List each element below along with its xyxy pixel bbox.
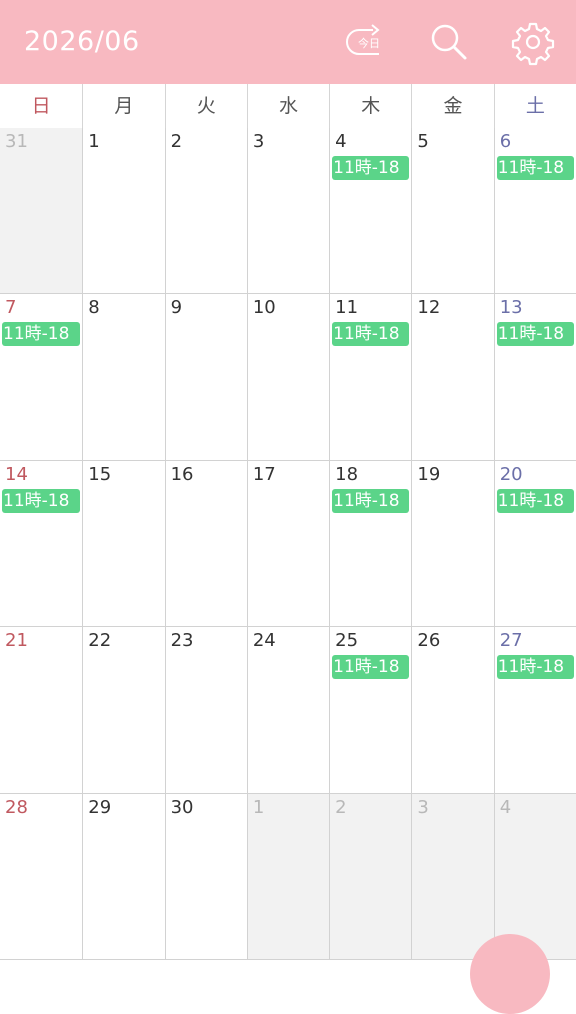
day-number: 24 [252,630,276,652]
day-number: 30 [170,796,194,818]
day-cell[interactable]: 31 [0,128,83,295]
day-number: 29 [88,796,112,818]
day-cell[interactable]: 21 [0,627,83,794]
day-cell[interactable]: 6 11時-18 [493,128,576,295]
event-chip[interactable]: 11時-18 [2,322,81,347]
day-number: 18 [335,463,359,485]
day-cell[interactable]: 1 [82,128,165,295]
weekday-wednesday: 水 [246,84,329,128]
day-number: 4 [335,131,347,152]
day-cell[interactable]: 25 11時-18 [329,627,412,794]
day-cell[interactable]: 5 [411,128,494,295]
day-cell[interactable]: 2 [329,793,412,960]
day-cell[interactable]: 15 [82,460,165,628]
day-number: 20 [499,463,523,485]
day-number: 9 [170,297,183,319]
day-cell[interactable]: 16 [164,460,247,628]
day-number: 8 [88,297,100,319]
day-number: 13 [499,297,523,319]
day-number: 12 [417,297,441,319]
search-icon[interactable] [424,18,472,66]
day-cell[interactable]: 22 [82,627,165,794]
event-chip[interactable]: 11時-18 [2,488,81,513]
weekday-header-row: 日 月火水木金土 [0,84,576,129]
app-header: 2026/06 今日 [0,0,576,84]
day-cell[interactable]: 7 11時-18 [0,294,83,461]
day-cell[interactable]: 26 [411,627,494,794]
day-number: 2 [335,796,347,818]
day-number: 31 [5,131,28,152]
day-number: 6 [499,131,512,152]
day-number: 22 [88,630,112,652]
day-cell[interactable]: 17 [246,460,330,628]
day-number: 7 [5,297,17,319]
day-cell[interactable]: 11 11時-18 [329,294,412,461]
day-number: 1 [88,131,100,152]
month-title[interactable]: 2026/06 [24,26,140,57]
day-cell[interactable]: 23 [164,627,247,794]
weekday-thursday: 木 [329,84,411,128]
day-number: 14 [5,463,28,485]
day-cell[interactable]: 19 [411,460,494,628]
calendar-month-grid: 31 1 2 3 4 11時-18 5 6 11時-18 7 11時-18 8 9 10 11 11時-18 1… [0,128,576,960]
day-number: 11 [335,297,359,319]
day-number: 2 [170,131,183,152]
weekday-friday: 金 [411,84,493,128]
day-cell[interactable]: 1 [246,793,330,960]
day-number: 1 [252,796,265,818]
day-cell[interactable]: 28 [0,793,83,960]
day-number: 3 [417,796,429,818]
day-cell[interactable]: 13 11時-18 [493,294,576,461]
event-chip[interactable]: 11時-18 [496,322,574,347]
weekday-sunday: 日 [31,95,51,117]
day-number: 3 [252,131,265,152]
day-cell[interactable]: 14 11時-18 [0,460,83,628]
day-number: 25 [335,630,359,652]
day-number: 16 [170,463,194,485]
day-cell[interactable]: 2 [164,128,247,295]
day-cell[interactable]: 27 11時-18 [493,627,576,794]
day-cell[interactable]: 10 [246,294,330,461]
day-number: 21 [5,630,28,652]
day-number: 27 [499,630,523,652]
day-number: 15 [88,463,112,485]
event-chip[interactable]: 11時-18 [496,655,574,680]
day-cell[interactable]: 12 [411,294,494,461]
gear-icon[interactable] [509,18,557,66]
weekday-tuesday: 火 [164,84,247,128]
day-cell[interactable]: 20 11時-18 [493,460,576,628]
event-chip[interactable]: 11時-18 [332,488,410,513]
weekday-saturday: 土 [493,84,576,128]
day-number: 28 [5,796,28,818]
day-number: 4 [499,796,512,818]
day-cell[interactable]: 24 [246,627,330,794]
day-cell[interactable]: 29 [82,793,165,960]
event-chip[interactable]: 11時-18 [496,156,574,180]
day-number: 26 [417,630,441,652]
day-number: 10 [252,297,276,319]
add-event-button[interactable] [470,934,550,1014]
day-cell[interactable]: 8 [82,294,165,461]
day-number: 19 [417,463,441,485]
day-number: 5 [417,131,429,152]
day-cell[interactable]: 4 11時-18 [329,128,412,295]
day-cell[interactable]: 18 11時-18 [329,460,412,628]
event-chip[interactable]: 11時-18 [332,322,410,347]
day-cell[interactable]: 3 [411,793,494,960]
day-number: 17 [252,463,276,485]
event-chip[interactable]: 11時-18 [496,488,574,513]
event-chip[interactable]: 11時-18 [332,655,410,680]
day-cell[interactable]: 30 [164,793,247,960]
today-icon-label: 今日 [358,36,380,50]
event-chip[interactable]: 11時-18 [332,156,410,180]
day-cell[interactable]: 9 [164,294,247,461]
today-icon[interactable]: 今日 [342,18,390,66]
weekday-monday: 月 [82,84,164,128]
day-cell[interactable]: 3 [246,128,330,295]
day-number: 23 [170,630,194,652]
